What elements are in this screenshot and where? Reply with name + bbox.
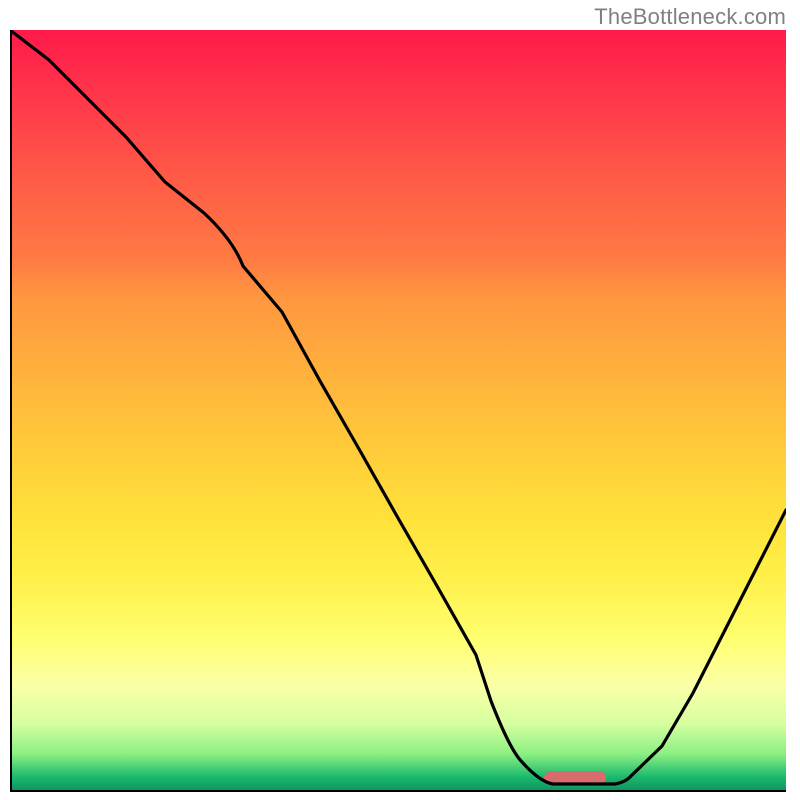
y-axis bbox=[10, 30, 12, 792]
curve-svg bbox=[10, 30, 786, 792]
chart-root: TheBottleneck.com bbox=[0, 0, 800, 800]
bottleneck-curve-path bbox=[10, 30, 786, 784]
plot-area bbox=[10, 30, 786, 792]
x-axis bbox=[10, 790, 786, 792]
attribution-label: TheBottleneck.com bbox=[594, 4, 786, 30]
